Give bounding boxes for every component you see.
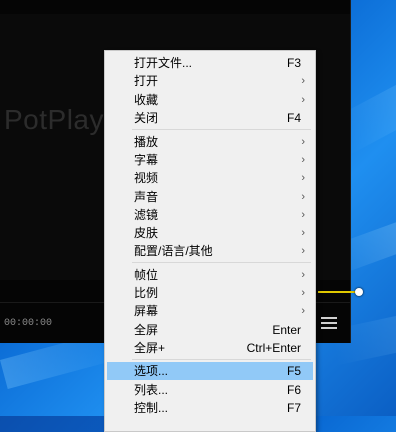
menu-item-shortcut: F5: [286, 364, 301, 378]
time-display: 00:00:00: [4, 318, 53, 329]
menu-separator: [132, 129, 311, 130]
menu-item-label: 打开: [134, 74, 159, 88]
submenu-arrow-icon: ›: [301, 136, 305, 148]
menu-item-label: 收藏: [134, 93, 159, 107]
submenu-arrow-icon: ›: [301, 191, 305, 203]
menu-item-filters[interactable]: 滤镜 ›: [107, 206, 313, 224]
menu-item-close[interactable]: 关闭 F4: [107, 109, 313, 127]
menu-item-label: 打开文件...: [134, 56, 193, 70]
menu-item-label: 控制...: [134, 401, 169, 415]
menu-item-playlist[interactable]: 列表... F6: [107, 381, 313, 399]
volume-bar[interactable]: [318, 291, 356, 293]
menu-item-label: 关闭: [134, 111, 159, 125]
menu-item-label: 视频: [134, 171, 159, 185]
menu-item-control[interactable]: 控制... F7: [107, 399, 313, 417]
menu-item-fullscreen-plus[interactable]: 全屏+ Ctrl+Enter: [107, 339, 313, 357]
submenu-arrow-icon: ›: [301, 154, 305, 166]
menu-separator: [132, 262, 311, 263]
menu-item-ratio[interactable]: 比例 ›: [107, 284, 313, 302]
menu-item-label: 比例: [134, 286, 159, 300]
menu-item-label: 皮肤: [134, 226, 159, 240]
menu-item-open[interactable]: 打开 ›: [107, 72, 313, 90]
submenu-arrow-icon: ›: [301, 305, 305, 317]
menu-item-config[interactable]: 配置/语言/其他 ›: [107, 242, 313, 260]
menu-item-label: 选项...: [134, 364, 169, 378]
submenu-arrow-icon: ›: [301, 209, 305, 221]
menu-item-favorites[interactable]: 收藏 ›: [107, 91, 313, 109]
menu-item-label: 字幕: [134, 153, 159, 167]
menu-separator: [132, 359, 311, 360]
player-logo: PotPlay: [4, 104, 104, 135]
menu-item-label: 配置/语言/其他: [134, 244, 213, 258]
menu-item-label: 播放: [134, 135, 159, 149]
submenu-arrow-icon: ›: [301, 227, 305, 239]
submenu-arrow-icon: ›: [301, 172, 305, 184]
menu-item-video[interactable]: 视频 ›: [107, 169, 313, 187]
submenu-arrow-icon: ›: [301, 269, 305, 281]
menu-item-subtitles[interactable]: 字幕 ›: [107, 151, 313, 169]
menu-item-options[interactable]: 选项... F5: [107, 362, 313, 380]
menu-icon[interactable]: [321, 314, 337, 330]
menu-item-frame[interactable]: 帧位 ›: [107, 266, 313, 284]
menu-item-playback[interactable]: 播放 ›: [107, 133, 313, 151]
menu-item-shortcut: Ctrl+Enter: [246, 341, 301, 355]
menu-item-open-file[interactable]: 打开文件... F3: [107, 54, 313, 72]
menu-item-label: 列表...: [134, 383, 169, 397]
submenu-arrow-icon: ›: [301, 94, 305, 106]
submenu-arrow-icon: ›: [301, 75, 305, 87]
menu-item-label: 全屏+: [134, 341, 166, 355]
submenu-arrow-icon: ›: [301, 245, 305, 257]
menu-item-label: 声音: [134, 190, 159, 204]
menu-item-screen[interactable]: 屏幕 ›: [107, 302, 313, 320]
menu-item-label: 滤镜: [134, 208, 159, 222]
context-menu: 打开文件... F3 打开 › 收藏 › 关闭 F4 播放 › 字幕 › 视频 …: [104, 50, 316, 432]
submenu-arrow-icon: ›: [301, 287, 305, 299]
menu-item-skins[interactable]: 皮肤 ›: [107, 224, 313, 242]
menu-item-label: 帧位: [134, 268, 159, 282]
menu-item-shortcut: Enter: [272, 323, 301, 337]
menu-item-audio[interactable]: 声音 ›: [107, 188, 313, 206]
menu-item-shortcut: F6: [286, 383, 301, 397]
menu-item-shortcut: F4: [286, 111, 301, 125]
menu-item-shortcut: F7: [286, 401, 301, 415]
volume-knob[interactable]: [355, 288, 363, 296]
menu-item-label: 屏幕: [134, 304, 159, 318]
menu-item-shortcut: F3: [286, 56, 301, 70]
menu-item-label: 全屏: [134, 323, 159, 337]
menu-item-fullscreen[interactable]: 全屏 Enter: [107, 321, 313, 339]
